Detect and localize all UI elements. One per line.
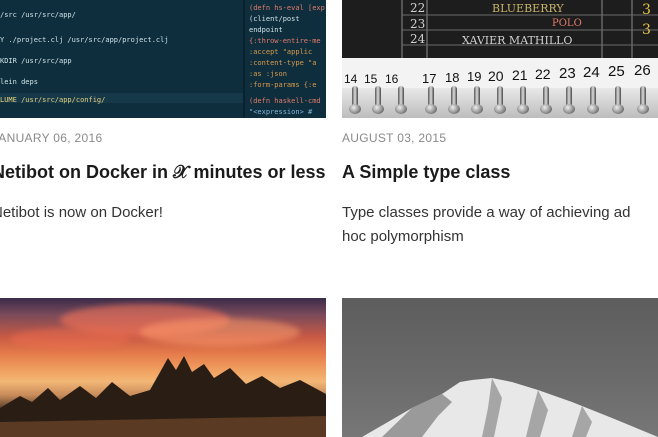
tap-knob [563,104,575,114]
code-line: (defn hs-eval [exp] [249,4,326,12]
tap-number: 15 [364,72,378,86]
tap-knob [349,104,361,114]
board-text: 23 [410,17,426,31]
tap-knob [587,104,599,114]
code-line: LUME /usr/src/app/config/ [0,96,106,104]
tap-knob [494,104,506,114]
post-thumbnail-sunset[interactable] [0,298,326,437]
tap-number: 26 [634,62,651,79]
post-date: JANUARY 06, 2016 [0,131,103,145]
tap-number: 14 [344,72,358,86]
tap-knob [612,104,624,114]
post-thumbnail-code[interactable]: /src /usr/src/app/ Y ./project.clj /usr/… [0,0,326,118]
tap-knob [540,104,552,114]
tap-number: 23 [559,65,576,82]
tap-number: 24 [583,64,600,81]
board-text: 3 [642,22,651,38]
post-thumbnail-mountain[interactable] [342,298,658,437]
post-card[interactable]: /src /usr/src/app/ Y ./project.clj /usr/… [0,0,326,280]
code-line: :form-params {:e [249,81,317,89]
tap-knob [517,104,529,114]
code-line: {:throw-entire-me [249,37,321,45]
code-line: endpoint [249,26,283,34]
editor-split-divider [243,0,245,118]
board-text: POLO [552,18,582,29]
tap-knob [448,104,460,114]
code-line: lein deps [0,78,38,86]
tap-number: 18 [445,70,460,85]
post-title-link[interactable]: Netibot on Docker in 𝒳 minutes or less [0,162,326,183]
board-text: 24 [410,32,426,46]
tap-number: 21 [512,67,528,83]
tap-knob [372,104,384,114]
tap-knob [471,104,483,114]
post-card[interactable] [342,298,658,437]
code-line: /src /usr/src/app/ [0,11,76,19]
tap-number: 25 [608,63,625,80]
board-text: BLUEBERRY [492,2,564,15]
tap-number: 20 [488,68,504,84]
tap-knob [425,104,437,114]
tap-knob [637,104,649,114]
board-text: XAVIER MATHILLO [462,34,573,47]
mountain-silhouette [362,378,658,437]
post-card[interactable]: 22 23 24 BLUEBERRY POLO XAVIER MATHILLO … [342,0,658,280]
post-excerpt: Type classes provide a way of achieving … [342,204,631,245]
code-line: KDIR /usr/src/app [0,57,72,65]
board-text: 22 [410,1,426,15]
code-line: :content-type "a [249,59,317,67]
post-excerpt: Netibot is now on Docker! [0,204,163,221]
post-card[interactable] [0,298,326,437]
code-line: Y ./project.clj /usr/src/app/project.clj [0,36,169,44]
post-thumbnail-taps[interactable]: 22 23 24 BLUEBERRY POLO XAVIER MATHILLO … [342,0,658,118]
code-line: "<expression> # [249,108,313,116]
tap-number: 17 [422,71,437,86]
tap-number: 22 [535,66,551,82]
tap-number: 16 [385,72,399,86]
code-line: :as :json [249,70,287,78]
post-date: AUGUST 03, 2015 [342,131,447,145]
treeline-silhouette [0,356,326,437]
board-text: 3 [642,2,651,18]
code-line: (client/post [249,15,300,23]
code-line: :accept "applic [249,48,313,56]
post-title-link[interactable]: A Simple type class [342,162,510,183]
code-line: (defn haskell-cmd [249,97,321,105]
tap-knob [395,104,407,114]
tap-number: 19 [467,69,482,84]
